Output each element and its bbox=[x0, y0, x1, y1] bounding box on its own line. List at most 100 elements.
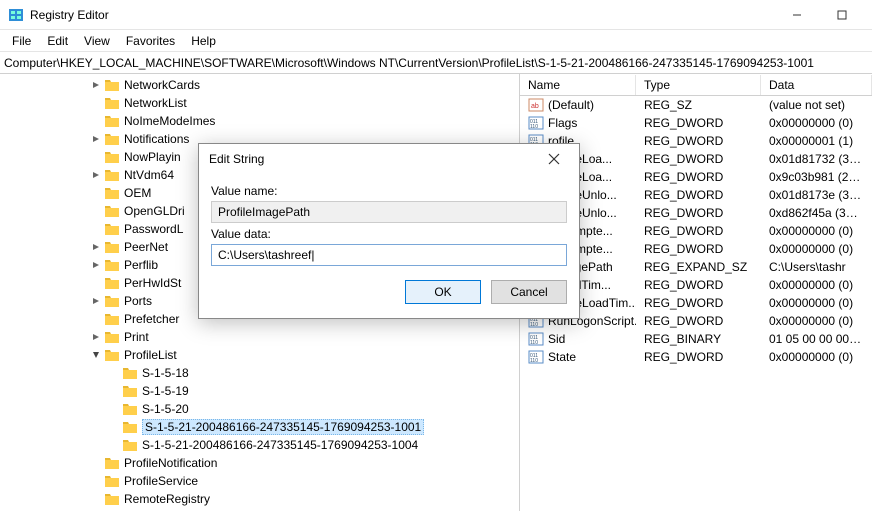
tree-node-label: Notifications bbox=[124, 132, 189, 146]
tree-node-label: S-1-5-21-200486166-247335145-1769094253-… bbox=[142, 419, 424, 435]
value-type: REG_DWORD bbox=[636, 242, 761, 256]
value-type: REG_DWORD bbox=[636, 134, 761, 148]
chevron-right-icon[interactable] bbox=[90, 169, 102, 181]
tree-node[interactable]: Print bbox=[0, 328, 519, 346]
chevron-right-icon[interactable] bbox=[90, 133, 102, 145]
menu-favorites[interactable]: Favorites bbox=[118, 32, 183, 50]
value-type: REG_DWORD bbox=[636, 350, 761, 364]
svg-text:ab: ab bbox=[531, 103, 539, 110]
col-type[interactable]: Type bbox=[636, 75, 761, 95]
tree-node[interactable]: ProfileNotification bbox=[0, 454, 519, 472]
address-bar[interactable]: Computer\HKEY_LOCAL_MACHINE\SOFTWARE\Mic… bbox=[0, 52, 872, 74]
folder-icon bbox=[104, 312, 120, 326]
chevron-down-icon[interactable] bbox=[90, 349, 102, 361]
tree-node-label: RemoteRegistry bbox=[124, 492, 210, 506]
tree-node-label: Ports bbox=[124, 294, 152, 308]
value-data: C:\Users\tashr bbox=[761, 260, 872, 274]
expander-none bbox=[90, 223, 102, 235]
svg-text:110: 110 bbox=[530, 358, 538, 364]
expander-none bbox=[108, 403, 120, 415]
tree-node[interactable]: NetworkCards bbox=[0, 76, 519, 94]
tree-node[interactable]: ProfileList bbox=[0, 346, 519, 364]
expander-none bbox=[90, 205, 102, 217]
col-data[interactable]: Data bbox=[761, 75, 872, 95]
value-type: REG_SZ bbox=[636, 98, 761, 112]
folder-icon bbox=[104, 96, 120, 110]
menu-view[interactable]: View bbox=[76, 32, 118, 50]
ok-button[interactable]: OK bbox=[405, 280, 481, 304]
expander-none bbox=[108, 421, 120, 433]
value-type: REG_DWORD bbox=[636, 152, 761, 166]
tree-node[interactable]: NoImeModeImes bbox=[0, 112, 519, 130]
value-name: (Default) bbox=[548, 98, 594, 112]
value-type: REG_EXPAND_SZ bbox=[636, 260, 761, 274]
maximize-button[interactable] bbox=[819, 0, 864, 30]
expander-none bbox=[90, 313, 102, 325]
tree-node[interactable]: S-1-5-20 bbox=[0, 400, 519, 418]
tree-node[interactable]: ProfileService bbox=[0, 472, 519, 490]
tree-node-label: ProfileService bbox=[124, 474, 198, 488]
minimize-button[interactable] bbox=[774, 0, 819, 30]
chevron-right-icon[interactable] bbox=[90, 241, 102, 253]
value-data: 0x00000000 (0) bbox=[761, 224, 872, 238]
value-row[interactable]: 011110SidREG_BINARY01 05 00 00 00 00 bbox=[520, 330, 872, 348]
edit-string-dialog: Edit String Value name: ProfileImagePath… bbox=[198, 143, 580, 319]
window-title: Registry Editor bbox=[30, 8, 774, 22]
value-type: REG_DWORD bbox=[636, 206, 761, 220]
value-type: REG_DWORD bbox=[636, 314, 761, 328]
folder-icon bbox=[122, 384, 138, 398]
value-data: 0x00000000 (0) bbox=[761, 314, 872, 328]
tree-node[interactable]: S-1-5-21-200486166-247335145-1769094253-… bbox=[0, 418, 519, 436]
folder-icon bbox=[104, 294, 120, 308]
tree-node[interactable]: NetworkList bbox=[0, 94, 519, 112]
value-name-label: Value name: bbox=[211, 184, 567, 198]
chevron-right-icon[interactable] bbox=[90, 79, 102, 91]
cancel-button[interactable]: Cancel bbox=[491, 280, 567, 304]
chevron-right-icon[interactable] bbox=[90, 295, 102, 307]
tree-node[interactable]: S-1-5-21-200486166-247335145-1769094253-… bbox=[0, 436, 519, 454]
tree-node-label: S-1-5-21-200486166-247335145-1769094253-… bbox=[142, 438, 418, 452]
value-data: 0xd862f45a (363036 bbox=[761, 206, 872, 220]
value-data: 0x9c03b981 (26174 bbox=[761, 170, 872, 184]
address-text: Computer\HKEY_LOCAL_MACHINE\SOFTWARE\Mic… bbox=[4, 56, 814, 70]
value-data: 0x00000000 (0) bbox=[761, 116, 872, 130]
value-name: Sid bbox=[548, 332, 565, 346]
value-data: 0x00000000 (0) bbox=[761, 278, 872, 292]
folder-icon bbox=[104, 204, 120, 218]
binary-value-icon: 011110 bbox=[528, 331, 544, 347]
tree-node-label: Print bbox=[124, 330, 149, 344]
value-data: 0x00000000 (0) bbox=[761, 350, 872, 364]
value-type: REG_DWORD bbox=[636, 224, 761, 238]
value-data-input[interactable] bbox=[211, 244, 567, 266]
expander-none bbox=[108, 439, 120, 451]
menu-edit[interactable]: Edit bbox=[39, 32, 76, 50]
menu-bar: File Edit View Favorites Help bbox=[0, 30, 872, 52]
value-row[interactable]: 011110StateREG_DWORD0x00000000 (0) bbox=[520, 348, 872, 366]
col-name[interactable]: Name bbox=[520, 75, 636, 95]
folder-icon bbox=[104, 114, 120, 128]
folder-icon bbox=[104, 330, 120, 344]
menu-help[interactable]: Help bbox=[183, 32, 224, 50]
folder-icon bbox=[104, 132, 120, 146]
tree-node-label: Prefetcher bbox=[124, 312, 179, 326]
tree-node-label: PerHwIdSt bbox=[124, 276, 181, 290]
tree-node-label: S-1-5-20 bbox=[142, 402, 189, 416]
tree-node[interactable]: S-1-5-18 bbox=[0, 364, 519, 382]
expander-none bbox=[90, 277, 102, 289]
menu-file[interactable]: File bbox=[4, 32, 39, 50]
tree-node[interactable]: RemoteRegistry bbox=[0, 490, 519, 508]
folder-icon bbox=[104, 240, 120, 254]
value-row[interactable]: ab(Default)REG_SZ(value not set) bbox=[520, 96, 872, 114]
folder-icon bbox=[122, 366, 138, 380]
folder-icon bbox=[104, 492, 120, 506]
folder-icon bbox=[104, 474, 120, 488]
folder-icon bbox=[104, 276, 120, 290]
chevron-right-icon[interactable] bbox=[90, 331, 102, 343]
tree-node[interactable]: S-1-5-19 bbox=[0, 382, 519, 400]
chevron-right-icon[interactable] bbox=[90, 259, 102, 271]
tree-node-label: S-1-5-19 bbox=[142, 384, 189, 398]
binary-value-icon: 011110 bbox=[528, 349, 544, 365]
dialog-close-button[interactable] bbox=[539, 145, 569, 173]
value-row[interactable]: 011110FlagsREG_DWORD0x00000000 (0) bbox=[520, 114, 872, 132]
value-type: REG_DWORD bbox=[636, 278, 761, 292]
